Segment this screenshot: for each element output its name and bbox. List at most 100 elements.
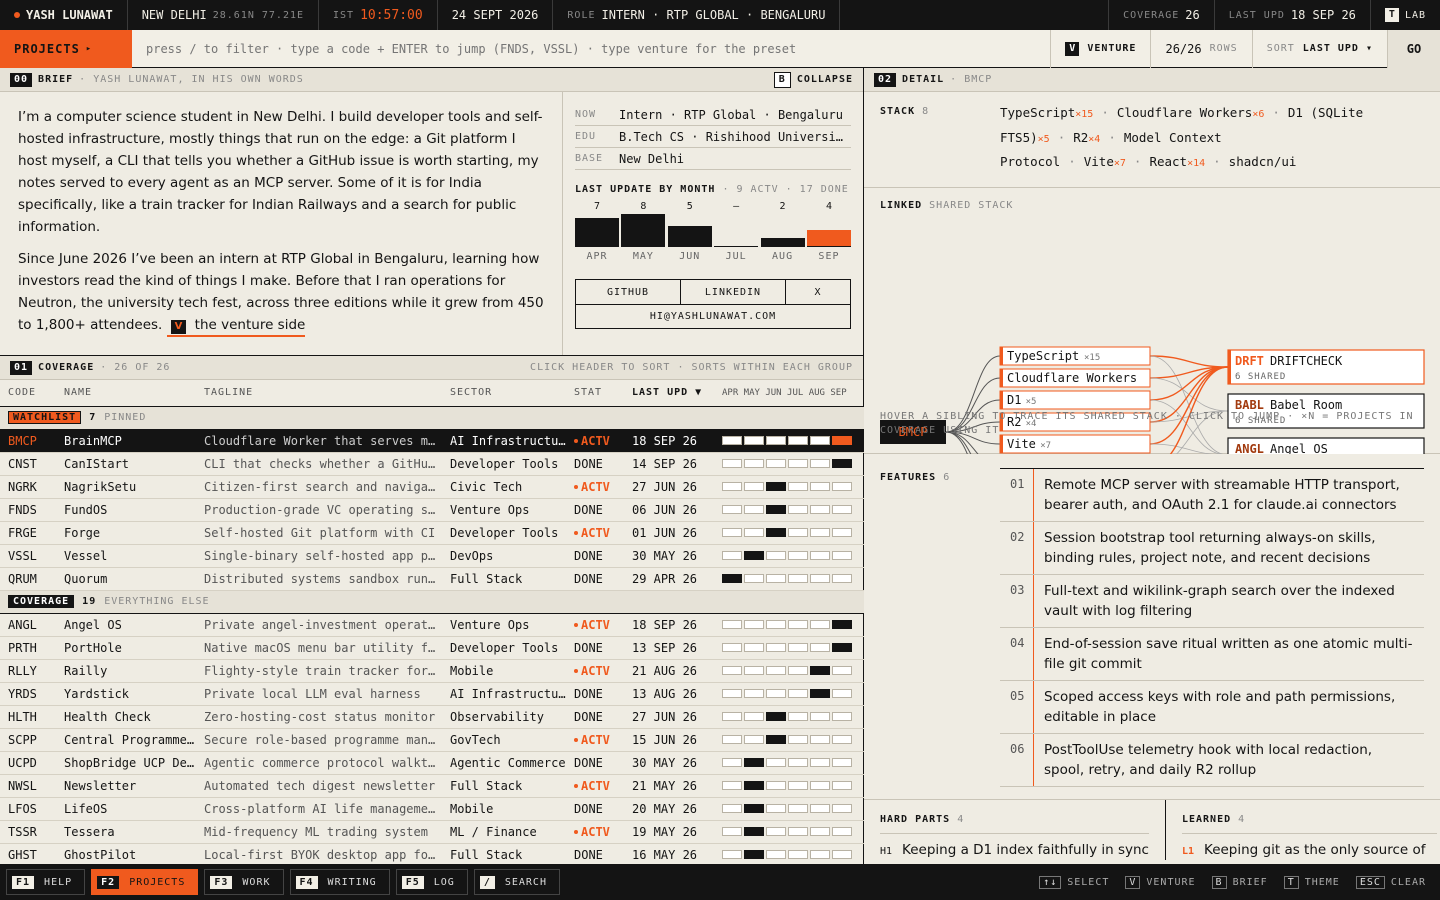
project-row-frge[interactable]: FRGE Forge Self-hosted Git platform with C… (0, 521, 864, 545)
project-row-angl[interactable]: ANGL Angel OS Private angel-investment ope… (0, 613, 864, 637)
project-row-nwsl[interactable]: NWSL Newsletter Automated tech digest news… (0, 774, 864, 798)
project-sector: AI Infrastructure (442, 429, 566, 453)
spark-cell (766, 781, 786, 790)
month-bar-track (667, 215, 712, 247)
sibling-node-drft[interactable]: DRFT DRIFTCHECK 6 SHARED (1227, 349, 1425, 385)
spark-cell (744, 689, 764, 698)
project-code: RLLY (0, 659, 56, 683)
spark-cell (810, 850, 830, 859)
tech-node[interactable]: Cloudflare Workers (999, 368, 1151, 388)
spark-cell (832, 712, 852, 721)
spark-cell (744, 804, 764, 813)
collapse-brief-button[interactable]: B COLLAPSE (773, 71, 853, 88)
fkey-work[interactable]: F3 WORK (204, 869, 284, 895)
col-tagline[interactable]: TAGLINE (196, 380, 442, 407)
filter-command-input[interactable] (132, 29, 1051, 68)
project-row-qrum[interactable]: QRUM Quorum Distributed systems sandbox ru… (0, 567, 864, 591)
active-dot-icon (574, 738, 578, 742)
group-row-coverage[interactable]: COVERAGE 19 EVERYTHING ELSE (0, 590, 864, 614)
monthly-update-bars: 7 APR 8 MAY 5 JUN – JUL 2 AUG 4 SEP (575, 201, 851, 271)
project-row-ucpd[interactable]: UCPD ShopBridge UCP Demo Agentic commerce … (0, 751, 864, 775)
spark-cell (766, 528, 786, 537)
project-row-ngrk[interactable]: NGRK NagrikSetu Citizen-first search and n… (0, 475, 864, 499)
hint-clear: ESC CLEAR (1355, 875, 1426, 889)
tech-node[interactable]: TypeScript ×15 (999, 346, 1151, 366)
group-row-watchlist[interactable]: WATCHLIST 7 PINNED (0, 406, 864, 430)
month-spark (722, 528, 864, 537)
fkey-label: WRITING (327, 876, 377, 888)
project-row-scpp[interactable]: SCPPCentral Programme PortalSecure role-… (0, 728, 864, 752)
feature-item: 03 Full-text and wikilink-graph search ov… (1000, 575, 1424, 628)
spark-cell (832, 459, 852, 468)
project-last-update: 01 JUN 26 (624, 521, 714, 545)
project-row-fnds[interactable]: FNDS FundOS Production-grade VC operating … (0, 498, 864, 522)
spark-cell (788, 689, 808, 698)
spark-cell (722, 436, 742, 445)
col-stat[interactable]: STAT (566, 380, 624, 407)
status-text: DONE (574, 801, 603, 816)
spark-cell (744, 712, 764, 721)
city: NEW DELHI (141, 8, 207, 22)
feature-number: 05 (1000, 681, 1034, 733)
project-row-bmcp[interactable]: BMCP BrainMCP Cloudflare Worker that serve… (0, 429, 864, 453)
fkey-help[interactable]: F1 HELP (6, 869, 86, 895)
x-link[interactable]: X (786, 280, 850, 304)
sibling-node-angl[interactable]: ANGLAngel OS5 SHARED (1227, 437, 1425, 454)
fkey-writing[interactable]: F4 WRITING (289, 869, 390, 895)
tech-node[interactable]: D1 ×5 (999, 390, 1151, 410)
github-link[interactable]: GITHUB (576, 280, 681, 304)
col-name[interactable]: NAME (56, 380, 196, 407)
clock-cell: IST 10:57:00 (319, 0, 438, 30)
project-row-ghst[interactable]: GHST GhostPilot Local-first BYOK desktop a… (0, 843, 864, 867)
spark-cell (744, 551, 764, 560)
project-row-cnst[interactable]: CNST CanIStart CLI that checks whether a G… (0, 452, 864, 476)
group-count: 7 (89, 412, 97, 423)
spark-cell (832, 620, 852, 629)
project-row-vssl[interactable]: VSSL Vessel Single-binary self-hosted app … (0, 544, 864, 568)
stack-item[interactable]: R2×4 (1073, 130, 1100, 145)
project-month-spark (714, 429, 864, 453)
lab-toggle[interactable]: T LAB (1371, 0, 1440, 30)
project-row-yrds[interactable]: YRDS Yardstick Private local LLM eval harn… (0, 682, 864, 706)
project-row-hlth[interactable]: HLTH Health Check Zero-hosting-cost status… (0, 705, 864, 729)
projects-menu-button[interactable]: PROJECTS ▸ (0, 29, 132, 68)
base-key: BASE (575, 153, 604, 164)
stack-item[interactable]: React×14 (1149, 154, 1205, 169)
email-link[interactable]: HI@YASHLUNAWAT.COM (576, 305, 850, 328)
fkey-key: F4 (295, 875, 318, 889)
project-status: ACTV (566, 429, 624, 453)
features-list: 01 Remote MCP server with streamable HTTP… (1000, 468, 1424, 787)
stack-item[interactable]: TypeScript×15 (1000, 105, 1093, 120)
stack-item[interactable]: shadcn/ui (1229, 154, 1297, 169)
col-code[interactable]: CODE (0, 380, 56, 407)
fkey-log[interactable]: F5 LOG (395, 869, 468, 895)
linkedin-link[interactable]: LINKEDIN (681, 280, 786, 304)
project-row-rlly[interactable]: RLLY Railly Flighty-style train tracker fo… (0, 659, 864, 683)
project-tagline: Private angel-investment operating syste… (196, 613, 442, 637)
project-sector: DevOps (442, 544, 566, 568)
role-cell: ROLE INTERN · RTP GLOBAL · BENGALURU (553, 0, 841, 30)
go-button[interactable]: GO (1387, 29, 1440, 68)
venture-preset-button[interactable]: V VENTURE (1050, 29, 1150, 68)
project-row-lfos[interactable]: LFOS LifeOS Cross-platform AI life managem… (0, 797, 864, 821)
project-row-tssr[interactable]: TSSR Tessera Mid-frequency ML trading syst… (0, 820, 864, 844)
venture-side-link[interactable]: V the venture side (166, 317, 306, 337)
features-section: FEATURES 6 01 Remote MCP server with stre… (864, 454, 1440, 800)
edu-key: EDU (575, 131, 597, 142)
sort-select[interactable]: SORT LAST UPD ▾ (1251, 29, 1387, 68)
project-name: CanIStart (56, 452, 196, 476)
stack-item[interactable]: Cloudflare Workers×6 (1117, 105, 1265, 120)
fkey-search[interactable]: / SEARCH (473, 869, 560, 895)
col-months[interactable]: APR MAY JUN JUL AUG SEP (714, 380, 864, 407)
project-row-prth[interactable]: PRTH PortHole Native macOS menu bar utilit… (0, 636, 864, 660)
fkey-projects[interactable]: F2 PROJECTS (91, 869, 199, 895)
project-status: DONE (566, 843, 624, 867)
project-tagline: Cross-platform AI life management app (196, 797, 442, 821)
col-last-update[interactable]: LAST UPD ▼ (624, 380, 714, 407)
col-sector[interactable]: SECTOR (442, 380, 566, 407)
project-month-spark (714, 797, 864, 821)
stack-item[interactable]: Vite×7 (1084, 154, 1126, 169)
project-sector: Full Stack (442, 567, 566, 591)
spark-cell (744, 482, 764, 491)
month-spark (722, 712, 864, 721)
